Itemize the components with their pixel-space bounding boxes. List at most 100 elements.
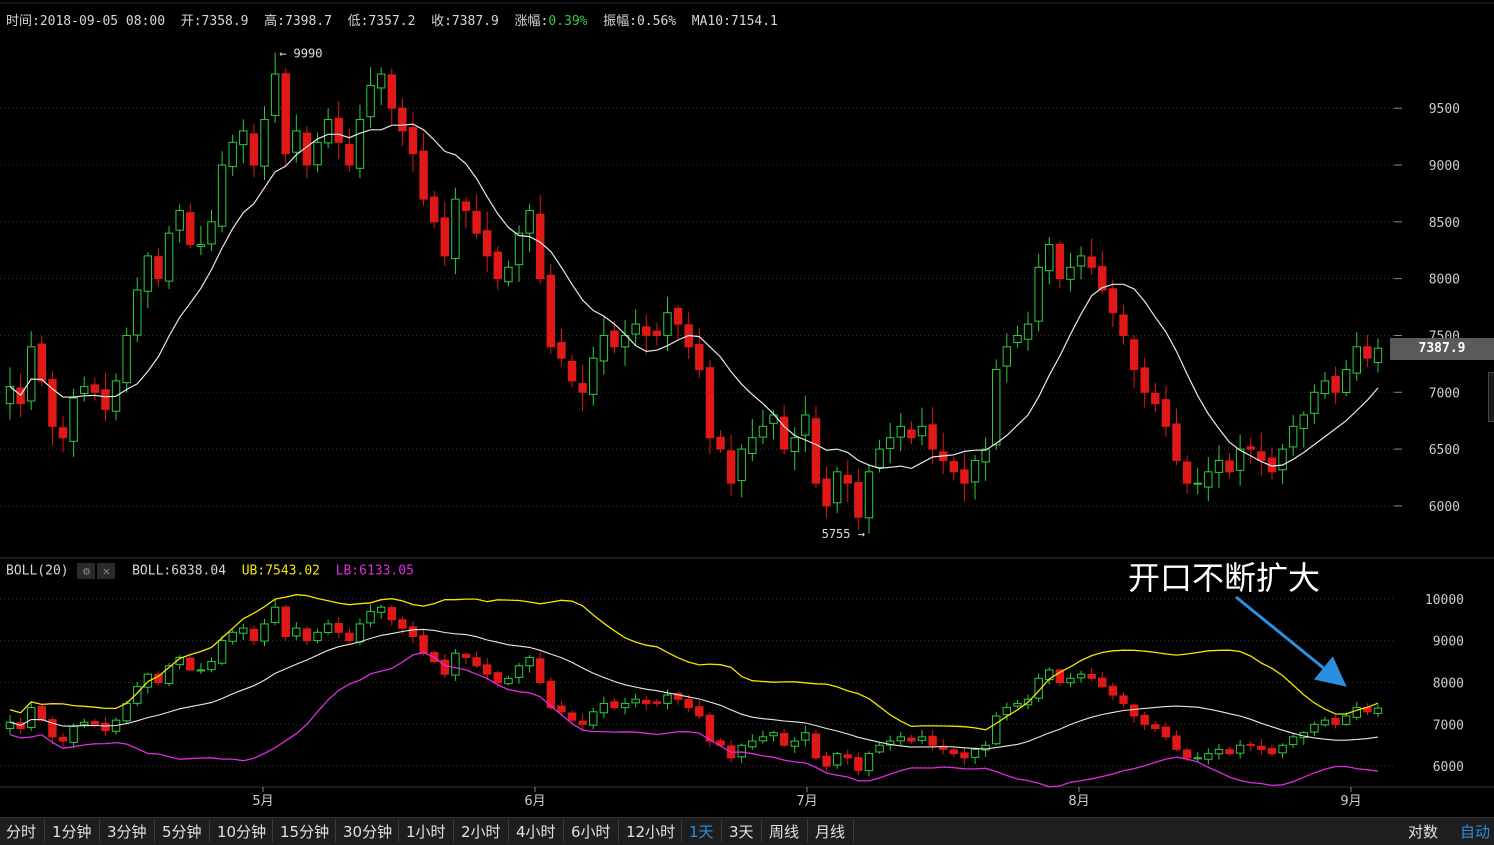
boll-candle — [652, 701, 662, 704]
boll-candle — [949, 749, 959, 755]
boll-candle — [1076, 673, 1086, 679]
timeframe-15[interactable]: 月线 — [811, 821, 849, 842]
boll-candle — [345, 632, 354, 642]
timeframe-5[interactable]: 15分钟 — [276, 821, 333, 842]
boll-candle — [217, 640, 227, 664]
time-value: 2018-09-05 08:00 — [39, 14, 166, 29]
candle — [429, 196, 439, 223]
boll-candle — [801, 732, 810, 741]
y-tick-label: 6000 — [1429, 500, 1460, 515]
candle — [1034, 266, 1043, 322]
timeframe-11[interactable]: 12小时 — [622, 821, 679, 842]
boll-candle — [1087, 674, 1096, 679]
boll-candle — [1151, 724, 1160, 730]
candle — [1076, 255, 1086, 267]
timeframe-7[interactable]: 1小时 — [402, 821, 450, 842]
candle — [1246, 446, 1255, 450]
timeframe-2[interactable]: 3分钟 — [103, 821, 151, 842]
boll-candle — [26, 707, 36, 729]
candle — [26, 346, 36, 402]
boll-candle — [1204, 753, 1213, 760]
gear-icon[interactable]: ⚙ — [77, 563, 96, 579]
candle — [1257, 451, 1266, 461]
boll-candle — [1214, 748, 1224, 755]
timeframe-separator — [618, 820, 619, 842]
close-value: 7387.9 — [451, 14, 499, 29]
boll-candle — [695, 706, 704, 717]
timeframe-12[interactable]: 1天 — [685, 821, 718, 842]
boll-candle — [302, 628, 312, 642]
scale-mode-1[interactable]: 自动 — [1456, 821, 1494, 842]
boll-candle — [366, 610, 375, 624]
boll-candle — [970, 748, 980, 758]
candle — [779, 416, 789, 450]
candle — [1204, 471, 1213, 488]
close-icon[interactable]: ✕ — [97, 563, 116, 579]
low-annotation: 5755 → — [822, 527, 865, 541]
scale-mode-0[interactable]: 对数 — [1404, 821, 1442, 842]
high-value: 7398.7 — [285, 14, 332, 29]
candle — [907, 429, 916, 439]
side-panel-toggle[interactable] — [1488, 372, 1494, 422]
boll-candle — [822, 755, 831, 767]
candle — [1108, 288, 1118, 314]
y-tick-label: 7000 — [1429, 386, 1460, 401]
boll-candle — [536, 658, 545, 684]
boll-candle — [758, 736, 768, 742]
candle — [1140, 367, 1149, 393]
candle — [186, 212, 195, 246]
boll-candle — [408, 626, 418, 637]
chart-canvas[interactable]: 6000650070007500800085009000950060007000… — [0, 0, 1494, 817]
boll-candle — [1161, 726, 1171, 738]
candle — [917, 425, 927, 437]
boll-candle — [260, 623, 269, 642]
timeframe-9[interactable]: 4小时 — [512, 821, 560, 842]
candle — [631, 323, 640, 335]
boll-candle — [1182, 749, 1192, 759]
candle — [832, 471, 842, 504]
boll-lb-value: 6133.05 — [359, 563, 414, 579]
boll-candle — [196, 669, 206, 672]
candle — [1119, 314, 1128, 336]
candle — [196, 244, 206, 248]
candle — [642, 326, 651, 336]
boll-indicator-name: BOLL(20) — [6, 563, 69, 579]
timeframe-0[interactable]: 分时 — [2, 821, 40, 842]
boll-candle — [779, 732, 789, 746]
candle — [1320, 380, 1330, 394]
candle — [589, 357, 598, 395]
candle — [440, 217, 450, 257]
candle — [546, 274, 556, 348]
timeframe-3[interactable]: 5分钟 — [158, 821, 206, 842]
candle — [822, 478, 831, 507]
boll-y-tick-label: 10000 — [1425, 593, 1464, 608]
candle — [133, 289, 142, 336]
timeframe-14[interactable]: 周线 — [765, 821, 803, 842]
candle — [673, 307, 683, 325]
timeframe-separator — [44, 820, 45, 842]
timeframe-4[interactable]: 10分钟 — [213, 821, 270, 842]
boll-candle — [292, 627, 301, 637]
timeframe-13[interactable]: 3天 — [725, 821, 758, 842]
timeframe-1[interactable]: 1分钟 — [48, 821, 96, 842]
timeframe-10[interactable]: 6小时 — [567, 821, 615, 842]
boll-candle — [461, 653, 471, 658]
timeframe-separator — [453, 820, 454, 842]
last-price-tag: 7387.9 — [1390, 338, 1494, 360]
boll-candle — [811, 733, 821, 759]
candle — [1172, 423, 1181, 461]
change-value: 0.39% — [548, 14, 588, 29]
candle — [175, 209, 184, 231]
timeframe-6[interactable]: 30分钟 — [339, 821, 396, 842]
candle — [1193, 482, 1202, 485]
candle — [334, 117, 343, 143]
candle — [313, 141, 322, 166]
boll-candle — [610, 701, 619, 709]
candle — [493, 251, 503, 280]
x-tick-label: 6月 — [524, 794, 545, 809]
timeframe-separator — [272, 820, 273, 842]
candle — [843, 474, 852, 484]
timeframe-separator — [209, 820, 210, 842]
timeframe-8[interactable]: 2小时 — [457, 821, 505, 842]
candle — [260, 119, 269, 167]
